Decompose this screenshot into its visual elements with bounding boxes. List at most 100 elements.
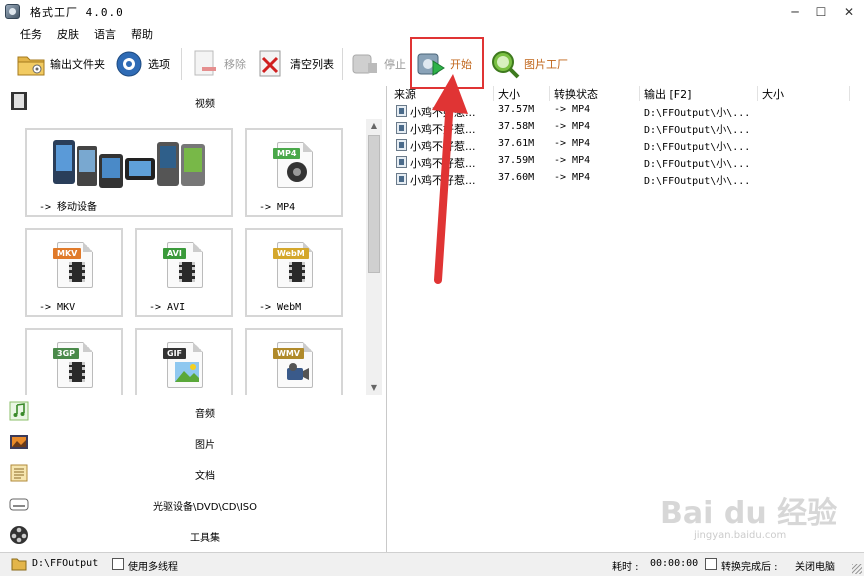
title-bar: 格式工厂 4.0.0 ─ ☐ ✕ bbox=[0, 0, 864, 24]
column-header-status[interactable]: 转换状态 bbox=[550, 86, 640, 101]
video-format-tiles: -> 移动设备 MP4 -> MP4 MKV -> MKV AVI -> AVI… bbox=[7, 117, 383, 395]
stop-icon bbox=[350, 49, 380, 79]
maximize-button[interactable]: ☐ bbox=[808, 0, 834, 24]
output-folder-icon[interactable] bbox=[11, 557, 27, 571]
category-document-label: 文档 bbox=[195, 471, 215, 482]
category-video[interactable]: 视频 bbox=[0, 86, 386, 117]
after-convert-label: 转换完成后 : bbox=[721, 562, 778, 573]
tile-avi[interactable]: AVI -> AVI bbox=[135, 228, 233, 317]
video-file-icon bbox=[396, 173, 407, 185]
category-document[interactable]: 文档 bbox=[0, 458, 386, 489]
row-output: D:\FFOutput\小\... bbox=[644, 125, 751, 136]
column-header-output[interactable]: 输出 [F2] bbox=[640, 86, 758, 101]
3gp-file-icon: 3GP bbox=[53, 340, 95, 390]
tiles-scrollbar[interactable]: ▲ ▼ bbox=[366, 119, 382, 395]
menu-help[interactable]: 帮助 bbox=[131, 26, 153, 42]
table-row[interactable]: 小鸡不好惹... 37.59M -> MP4 D:\FFOutput\小\... bbox=[390, 153, 864, 170]
row-status: -> MP4 bbox=[554, 172, 591, 183]
tile-3gp[interactable]: 3GP bbox=[25, 328, 123, 395]
output-folder-button[interactable]: 输出文件夹 bbox=[16, 48, 105, 80]
table-row[interactable]: 小鸡不好惹... 37.61M -> MP4 D:\FFOutput\小\... bbox=[390, 136, 864, 153]
image-factory-button[interactable]: 图片工厂 bbox=[490, 48, 568, 80]
table-row[interactable]: 小鸡不好惹... 37.60M -> MP4 D:\FFOutput\小\... bbox=[390, 170, 864, 187]
video-file-icon bbox=[396, 122, 407, 134]
remove-button[interactable]: 移除 bbox=[190, 48, 246, 80]
clear-list-button[interactable]: 清空列表 bbox=[256, 48, 334, 80]
row-size: 37.59M bbox=[498, 155, 535, 166]
tile-label: -> MKV bbox=[39, 302, 76, 313]
tile-mobile-devices[interactable]: -> 移动设备 bbox=[25, 128, 233, 217]
wmv-file-icon: WMV bbox=[273, 340, 315, 390]
stop-label: 停止 bbox=[384, 58, 406, 71]
resize-grip[interactable] bbox=[852, 564, 862, 574]
baidu-watermark-url: jingyan.baidu.com bbox=[694, 530, 787, 541]
after-convert-checkbox[interactable] bbox=[705, 558, 717, 570]
column-header-size[interactable]: 大小 bbox=[494, 86, 550, 101]
tile-label: -> MP4 bbox=[259, 202, 296, 213]
category-tools[interactable]: 工具集 bbox=[0, 520, 386, 551]
video-file-icon bbox=[396, 139, 407, 151]
video-file-icon bbox=[396, 105, 407, 117]
close-button[interactable]: ✕ bbox=[836, 0, 862, 24]
remove-document-icon bbox=[190, 49, 220, 79]
row-source: 小鸡不好惹... bbox=[410, 157, 476, 170]
tile-wmv[interactable]: WMV bbox=[245, 328, 343, 395]
row-source: 小鸡不好惹... bbox=[410, 106, 476, 119]
output-path: D:\FFOutput bbox=[32, 558, 99, 569]
scroll-up-arrow[interactable]: ▲ bbox=[366, 119, 382, 133]
tile-mkv[interactable]: MKV -> MKV bbox=[25, 228, 123, 317]
minimize-button[interactable]: ─ bbox=[782, 0, 808, 24]
avi-file-icon: AVI bbox=[163, 240, 205, 290]
status-bar: D:\FFOutput 使用多线程 耗时 : 00:00:00 转换完成后 : … bbox=[0, 552, 864, 576]
options-button[interactable]: 选项 bbox=[114, 48, 170, 80]
category-disc[interactable]: 光驱设备\DVD\CD\ISO bbox=[0, 489, 386, 520]
row-output: D:\FFOutput\小\... bbox=[644, 142, 751, 153]
table-row[interactable]: 小鸡不好惹... 37.58M -> MP4 D:\FFOutput\小\... bbox=[390, 119, 864, 136]
elapsed-label: 耗时 : bbox=[612, 562, 639, 573]
video-file-icon bbox=[396, 156, 407, 168]
mkv-file-icon: MKV bbox=[53, 240, 95, 290]
options-label: 选项 bbox=[148, 58, 170, 71]
tile-gif[interactable]: GIF bbox=[135, 328, 233, 395]
row-size: 37.58M bbox=[498, 121, 535, 132]
row-size: 37.57M bbox=[498, 104, 535, 115]
window-title: 格式工厂 4.0.0 bbox=[30, 6, 124, 19]
row-status: -> MP4 bbox=[554, 138, 591, 149]
scroll-down-arrow[interactable]: ▼ bbox=[366, 381, 382, 395]
task-list-panel: 来源 大小 转换状态 输出 [F2] 大小 小鸡不好惹... 37.57M ->… bbox=[390, 86, 864, 552]
magnifier-icon bbox=[490, 49, 520, 79]
tile-webm[interactable]: WebM -> WebM bbox=[245, 228, 343, 317]
category-audio-label: 音频 bbox=[195, 409, 215, 420]
remove-label: 移除 bbox=[224, 58, 246, 71]
gif-file-icon: GIF bbox=[163, 340, 205, 390]
category-video-label: 视频 bbox=[195, 99, 215, 110]
category-tools-label: 工具集 bbox=[190, 533, 220, 544]
multithread-checkbox[interactable] bbox=[112, 558, 124, 570]
stop-button[interactable]: 停止 bbox=[350, 48, 406, 80]
mobile-devices-icon bbox=[49, 136, 209, 192]
category-audio[interactable]: 音频 bbox=[0, 396, 386, 427]
multithread-label: 使用多线程 bbox=[128, 562, 178, 573]
format-factory-app-icon bbox=[5, 4, 20, 19]
shutdown-option[interactable]: 关闭电脑 bbox=[795, 558, 835, 573]
row-size: 37.61M bbox=[498, 138, 535, 149]
start-button-highlight bbox=[410, 37, 484, 89]
menu-skin[interactable]: 皮肤 bbox=[57, 26, 79, 42]
table-row[interactable]: 小鸡不好惹... 37.57M -> MP4 D:\FFOutput\小\... bbox=[390, 102, 864, 119]
tile-mp4[interactable]: MP4 -> MP4 bbox=[245, 128, 343, 217]
row-status: -> MP4 bbox=[554, 121, 591, 132]
column-header-source[interactable]: 来源 bbox=[390, 86, 494, 101]
scroll-thumb[interactable] bbox=[368, 135, 380, 273]
menu-language[interactable]: 语言 bbox=[94, 26, 116, 42]
folder-icon bbox=[16, 49, 46, 79]
category-disc-label: 光驱设备\DVD\CD\ISO bbox=[152, 502, 258, 513]
menu-task[interactable]: 任务 bbox=[20, 26, 42, 42]
output-folder-label: 输出文件夹 bbox=[50, 58, 105, 71]
clear-list-label: 清空列表 bbox=[290, 58, 334, 71]
row-source: 小鸡不好惹... bbox=[410, 123, 476, 136]
toolbar-separator bbox=[181, 48, 182, 80]
column-header-output-size[interactable]: 大小 bbox=[758, 86, 850, 101]
tile-label: -> WebM bbox=[259, 302, 302, 313]
toolbar-separator bbox=[342, 48, 343, 80]
category-image[interactable]: 图片 bbox=[0, 427, 386, 458]
